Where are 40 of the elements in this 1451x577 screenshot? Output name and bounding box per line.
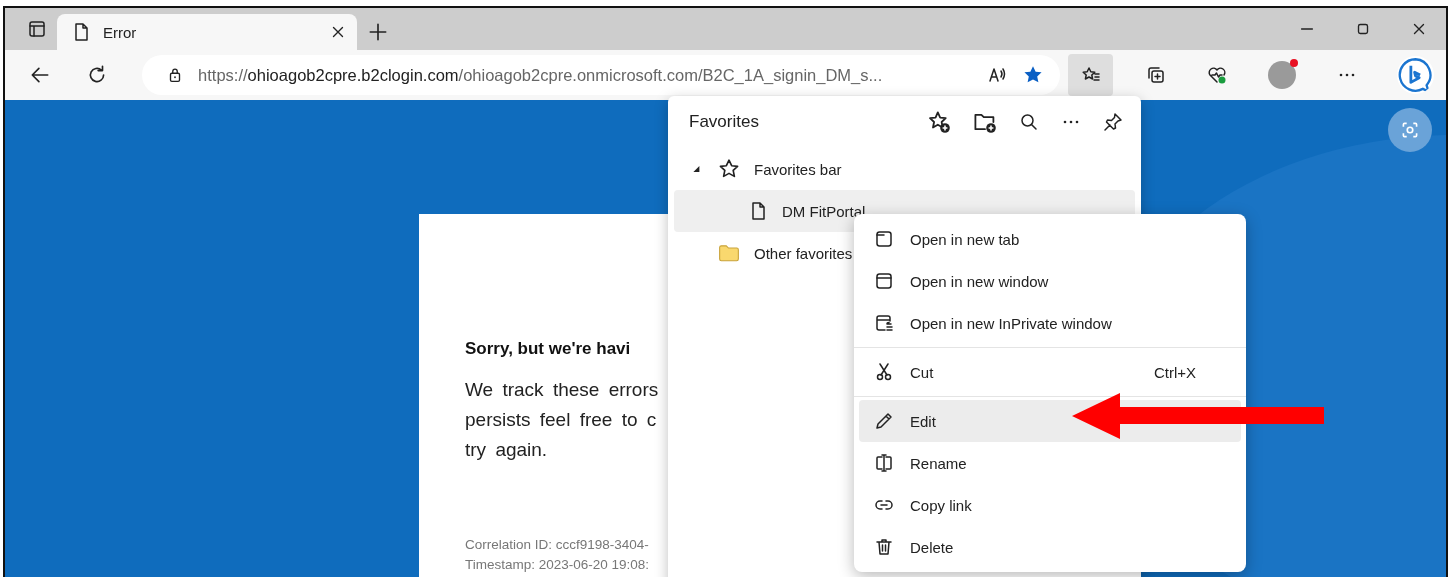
tab-title: Error — [103, 23, 138, 41]
error-message-line: try again. — [465, 438, 548, 462]
favorites-button[interactable] — [1068, 54, 1113, 96]
error-message-line: persists feel free to c — [465, 408, 657, 432]
address-bar[interactable]: https://ohioagob2cpre.b2clogin.com/ohioagob2cpre.onmicrosoft.com/B2C_1A_signin_DM_s... — [142, 55, 1061, 95]
new-tab-icon[interactable] — [367, 21, 389, 43]
private-window-icon — [874, 313, 894, 333]
favorite-item[interactable]: Favorites bar — [674, 148, 848, 190]
star-icon — [718, 158, 740, 180]
rename-icon — [874, 453, 894, 473]
search-icon[interactable] — [1019, 112, 1039, 132]
menu-item[interactable]: Rename — [859, 442, 1241, 484]
shortcut-text: Ctrl+X — [1153, 363, 1196, 381]
pin-icon[interactable] — [1103, 112, 1123, 132]
menu-item[interactable]: Open in new window — [859, 260, 1241, 302]
trash-icon — [874, 537, 894, 557]
favorite-item[interactable]: Other favorites — [674, 232, 859, 274]
visual-search-button[interactable] — [1388, 108, 1432, 152]
menu-item[interactable]: Cut Ctrl+X — [859, 351, 1241, 393]
collections-icon[interactable] — [1146, 65, 1166, 85]
error-message-line: We track these errors — [465, 378, 659, 402]
chat-bubble-icon[interactable] — [1397, 56, 1434, 94]
profile-avatar[interactable] — [1268, 61, 1296, 89]
tab-icon — [874, 229, 894, 249]
error-heading: Sorry, but we're havi — [465, 339, 631, 359]
menu-item[interactable]: Copy link — [859, 484, 1241, 526]
panel-title: Favorites — [689, 112, 760, 132]
pencil-icon — [874, 411, 894, 431]
tab-actions-icon[interactable] — [27, 19, 47, 39]
menu-item[interactable]: Delete — [859, 526, 1241, 568]
menu-item[interactable]: Open in new InPrivate window — [859, 302, 1241, 344]
browser-tab[interactable]: Error — [57, 14, 357, 50]
error-detail: Timestamp: 2023-06-20 19:08: — [465, 556, 650, 574]
add-favorite-icon[interactable] — [927, 110, 951, 134]
heartbeat-icon[interactable] — [1207, 65, 1227, 85]
url-text: https://ohioagob2cpre.b2clogin.com/ohioagob2cpre.onmicrosoft.com/B2C_1A_signin_DM_s... — [198, 65, 884, 85]
window-icon — [874, 271, 894, 291]
scissors-icon — [874, 362, 894, 382]
folder-icon — [718, 242, 740, 264]
error-detail: Correlation ID: cccf9198-3404- — [465, 536, 649, 554]
